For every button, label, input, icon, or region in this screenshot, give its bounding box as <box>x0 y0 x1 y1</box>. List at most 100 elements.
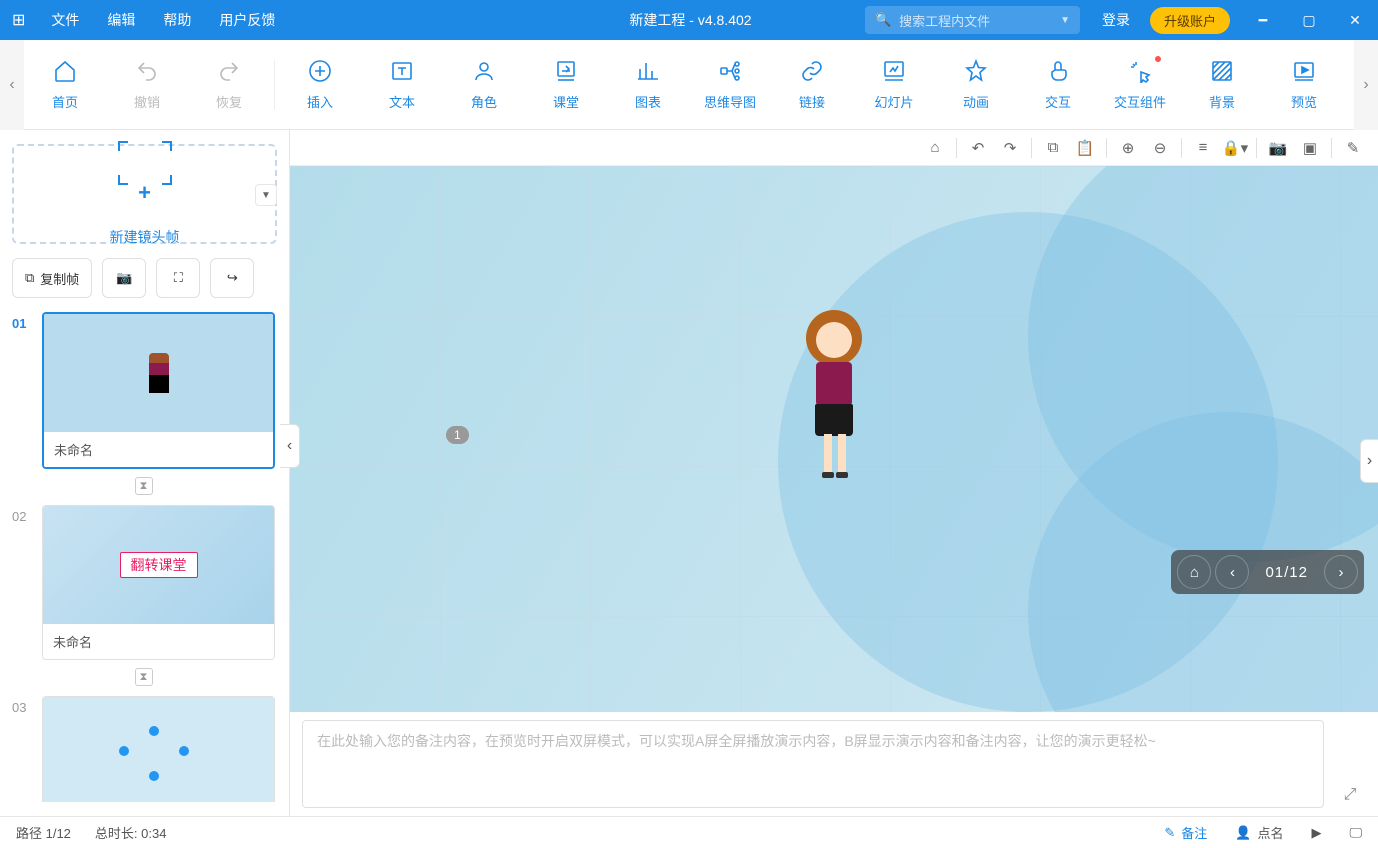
edit-icon: ✎ <box>1164 825 1175 841</box>
tool-component[interactable]: 交互组件 <box>1099 58 1181 111</box>
lock-icon: 🔒▾ <box>1222 139 1248 157</box>
nav-next-button[interactable]: › <box>1324 555 1358 589</box>
status-present-button[interactable]: ▶ <box>1311 825 1321 841</box>
copy-frame-button[interactable]: ⧉ 复制帧 <box>12 258 92 298</box>
frame-thumbnail: 翻转课堂 <box>43 506 274 624</box>
camera-button[interactable]: 📷 <box>102 258 146 298</box>
nav-home-button[interactable]: ⌂ <box>1177 555 1211 589</box>
edit-icon: ✎ <box>1347 139 1360 157</box>
menu-help[interactable]: 帮助 <box>149 0 205 40</box>
collapse-sidebar-button[interactable]: ‹ <box>280 424 300 468</box>
path-marker[interactable]: 1 <box>446 426 469 444</box>
canvas-viewport[interactable]: 1 ⌂ ‹ 01/12 › › <box>290 166 1378 712</box>
ribbon-scroll-left[interactable]: ‹ <box>0 40 24 130</box>
chart-icon <box>635 58 661 84</box>
search-icon: 🔍 <box>875 12 891 28</box>
status-display-button[interactable]: 🖵 <box>1349 825 1362 841</box>
main-area: + 新建镜头帧 ▼ ⧉ 复制帧 📷 ⛶ ↪ 01 未命名 ⧗ 02 <box>0 130 1378 816</box>
text-icon <box>389 58 415 84</box>
expand-icon: ⤢ <box>1344 786 1357 804</box>
rotate-right-button[interactable]: ↷ <box>995 134 1025 162</box>
close-button[interactable]: ✕ <box>1332 0 1378 40</box>
tool-animation[interactable]: 动画 <box>935 58 1017 111</box>
frame-item[interactable]: 01 未命名 <box>12 312 275 469</box>
align-icon: ≡ <box>1199 139 1208 156</box>
status-naming-label: 点名 <box>1257 823 1283 842</box>
chevron-right-icon: › <box>1339 564 1344 581</box>
collapse-right-button[interactable]: › <box>1360 439 1378 483</box>
canvas-home-button[interactable]: ⌂ <box>920 134 950 162</box>
tool-slide-label: 幻灯片 <box>874 92 913 111</box>
menu-feedback[interactable]: 用户反馈 <box>205 0 289 40</box>
tool-classroom[interactable]: 课堂 <box>525 58 607 111</box>
tool-slide[interactable]: 幻灯片 <box>853 58 935 111</box>
menu-edit[interactable]: 编辑 <box>93 0 149 40</box>
tool-text[interactable]: 文本 <box>361 58 443 111</box>
new-frame-dropdown[interactable]: ▼ <box>255 184 277 206</box>
frame-item[interactable]: 03 <box>12 696 275 802</box>
tool-chart[interactable]: 图表 <box>607 58 689 111</box>
tool-mindmap-label: 思维导图 <box>704 92 756 111</box>
tool-interact[interactable]: 交互 <box>1017 58 1099 111</box>
play-icon <box>1291 58 1317 84</box>
frame-item[interactable]: 02 翻转课堂 未命名 <box>12 505 275 660</box>
upgrade-button[interactable]: 升级账户 <box>1150 7 1230 34</box>
login-button[interactable]: 登录 <box>1092 10 1140 30</box>
frame-thumbnail <box>43 697 274 802</box>
tool-link[interactable]: 链接 <box>771 58 853 111</box>
status-naming-button[interactable]: 👤 点名 <box>1235 823 1283 842</box>
copy-button[interactable]: ⧉ <box>1038 134 1068 162</box>
hourglass-icon[interactable]: ⧗ <box>135 668 153 686</box>
slide-icon <box>881 58 907 84</box>
status-notes-button[interactable]: ✎ 备注 <box>1164 823 1207 842</box>
paste-icon: 📋 <box>1076 139 1095 157</box>
tool-mindmap[interactable]: 思维导图 <box>689 58 771 111</box>
rotate-left-button[interactable]: ↶ <box>963 134 993 162</box>
scan-button[interactable]: ⛶ <box>156 258 200 298</box>
new-frame-button[interactable]: + 新建镜头帧 ▼ <box>12 144 277 244</box>
tool-animation-label: 动画 <box>963 92 989 111</box>
canvas-area: ⌂ ↶ ↷ ⧉ 📋 ⊕ ⊖ ≡ 🔒▾ 📷 ▣ ✎ 1 <box>290 130 1378 816</box>
copy-icon: ⧉ <box>1048 139 1059 156</box>
expand-notes-button[interactable]: ⤢ <box>1334 720 1366 808</box>
paste-button[interactable]: 📋 <box>1070 134 1100 162</box>
character-element[interactable] <box>804 310 864 480</box>
fit-icon: ▣ <box>1303 139 1317 157</box>
nav-prev-button[interactable]: ‹ <box>1215 555 1249 589</box>
maximize-button[interactable]: ▢ <box>1286 0 1332 40</box>
canvas-toolbar: ⌂ ↶ ↷ ⧉ 📋 ⊕ ⊖ ≡ 🔒▾ 📷 ▣ ✎ <box>290 130 1378 166</box>
titlebar: ⊞ 文件 编辑 帮助 用户反馈 新建工程 - v4.8.402 🔍 搜索工程内文… <box>0 0 1378 40</box>
ribbon-scroll-right[interactable]: › <box>1354 40 1378 130</box>
frame-index: 03 <box>12 696 32 802</box>
nav-position: 01/12 <box>1253 564 1320 581</box>
tool-undo[interactable]: 撤销 <box>106 58 188 111</box>
lock-button[interactable]: 🔒▾ <box>1220 134 1250 162</box>
status-bar: 路径 1/12 总时长: 0:34 ✎ 备注 👤 点名 ▶ 🖵 <box>0 816 1378 848</box>
align-button[interactable]: ≡ <box>1188 134 1218 162</box>
snapshot-button[interactable]: 📷 <box>1263 134 1293 162</box>
tool-background[interactable]: 背景 <box>1181 58 1263 111</box>
menu-file[interactable]: 文件 <box>37 0 93 40</box>
zoom-out-button[interactable]: ⊖ <box>1145 134 1175 162</box>
notes-input[interactable] <box>302 720 1324 808</box>
minimize-button[interactable]: ━ <box>1240 0 1286 40</box>
tool-role[interactable]: 角色 <box>443 58 525 111</box>
tool-home[interactable]: 首页 <box>24 58 106 111</box>
monitor-icon: ▶ <box>1311 825 1321 841</box>
tool-redo[interactable]: 恢复 <box>188 58 270 111</box>
tool-text-label: 文本 <box>389 92 415 111</box>
zoom-out-icon: ⊖ <box>1154 139 1167 157</box>
frames-sidebar: + 新建镜头帧 ▼ ⧉ 复制帧 📷 ⛶ ↪ 01 未命名 ⧗ 02 <box>0 130 290 816</box>
zoom-in-button[interactable]: ⊕ <box>1113 134 1143 162</box>
search-input[interactable]: 🔍 搜索工程内文件 ▼ <box>865 6 1080 34</box>
path-button[interactable]: ↪ <box>210 258 254 298</box>
hourglass-icon[interactable]: ⧗ <box>135 477 153 495</box>
display-icon: 🖵 <box>1349 825 1362 841</box>
tool-preview-label: 预览 <box>1291 92 1317 111</box>
camera-icon: 📷 <box>1269 139 1288 157</box>
tool-insert[interactable]: 插入 <box>279 58 361 111</box>
tool-preview[interactable]: 预览 <box>1263 58 1345 111</box>
fit-button[interactable]: ▣ <box>1295 134 1325 162</box>
edit-button[interactable]: ✎ <box>1338 134 1368 162</box>
mindmap-icon <box>717 58 743 84</box>
